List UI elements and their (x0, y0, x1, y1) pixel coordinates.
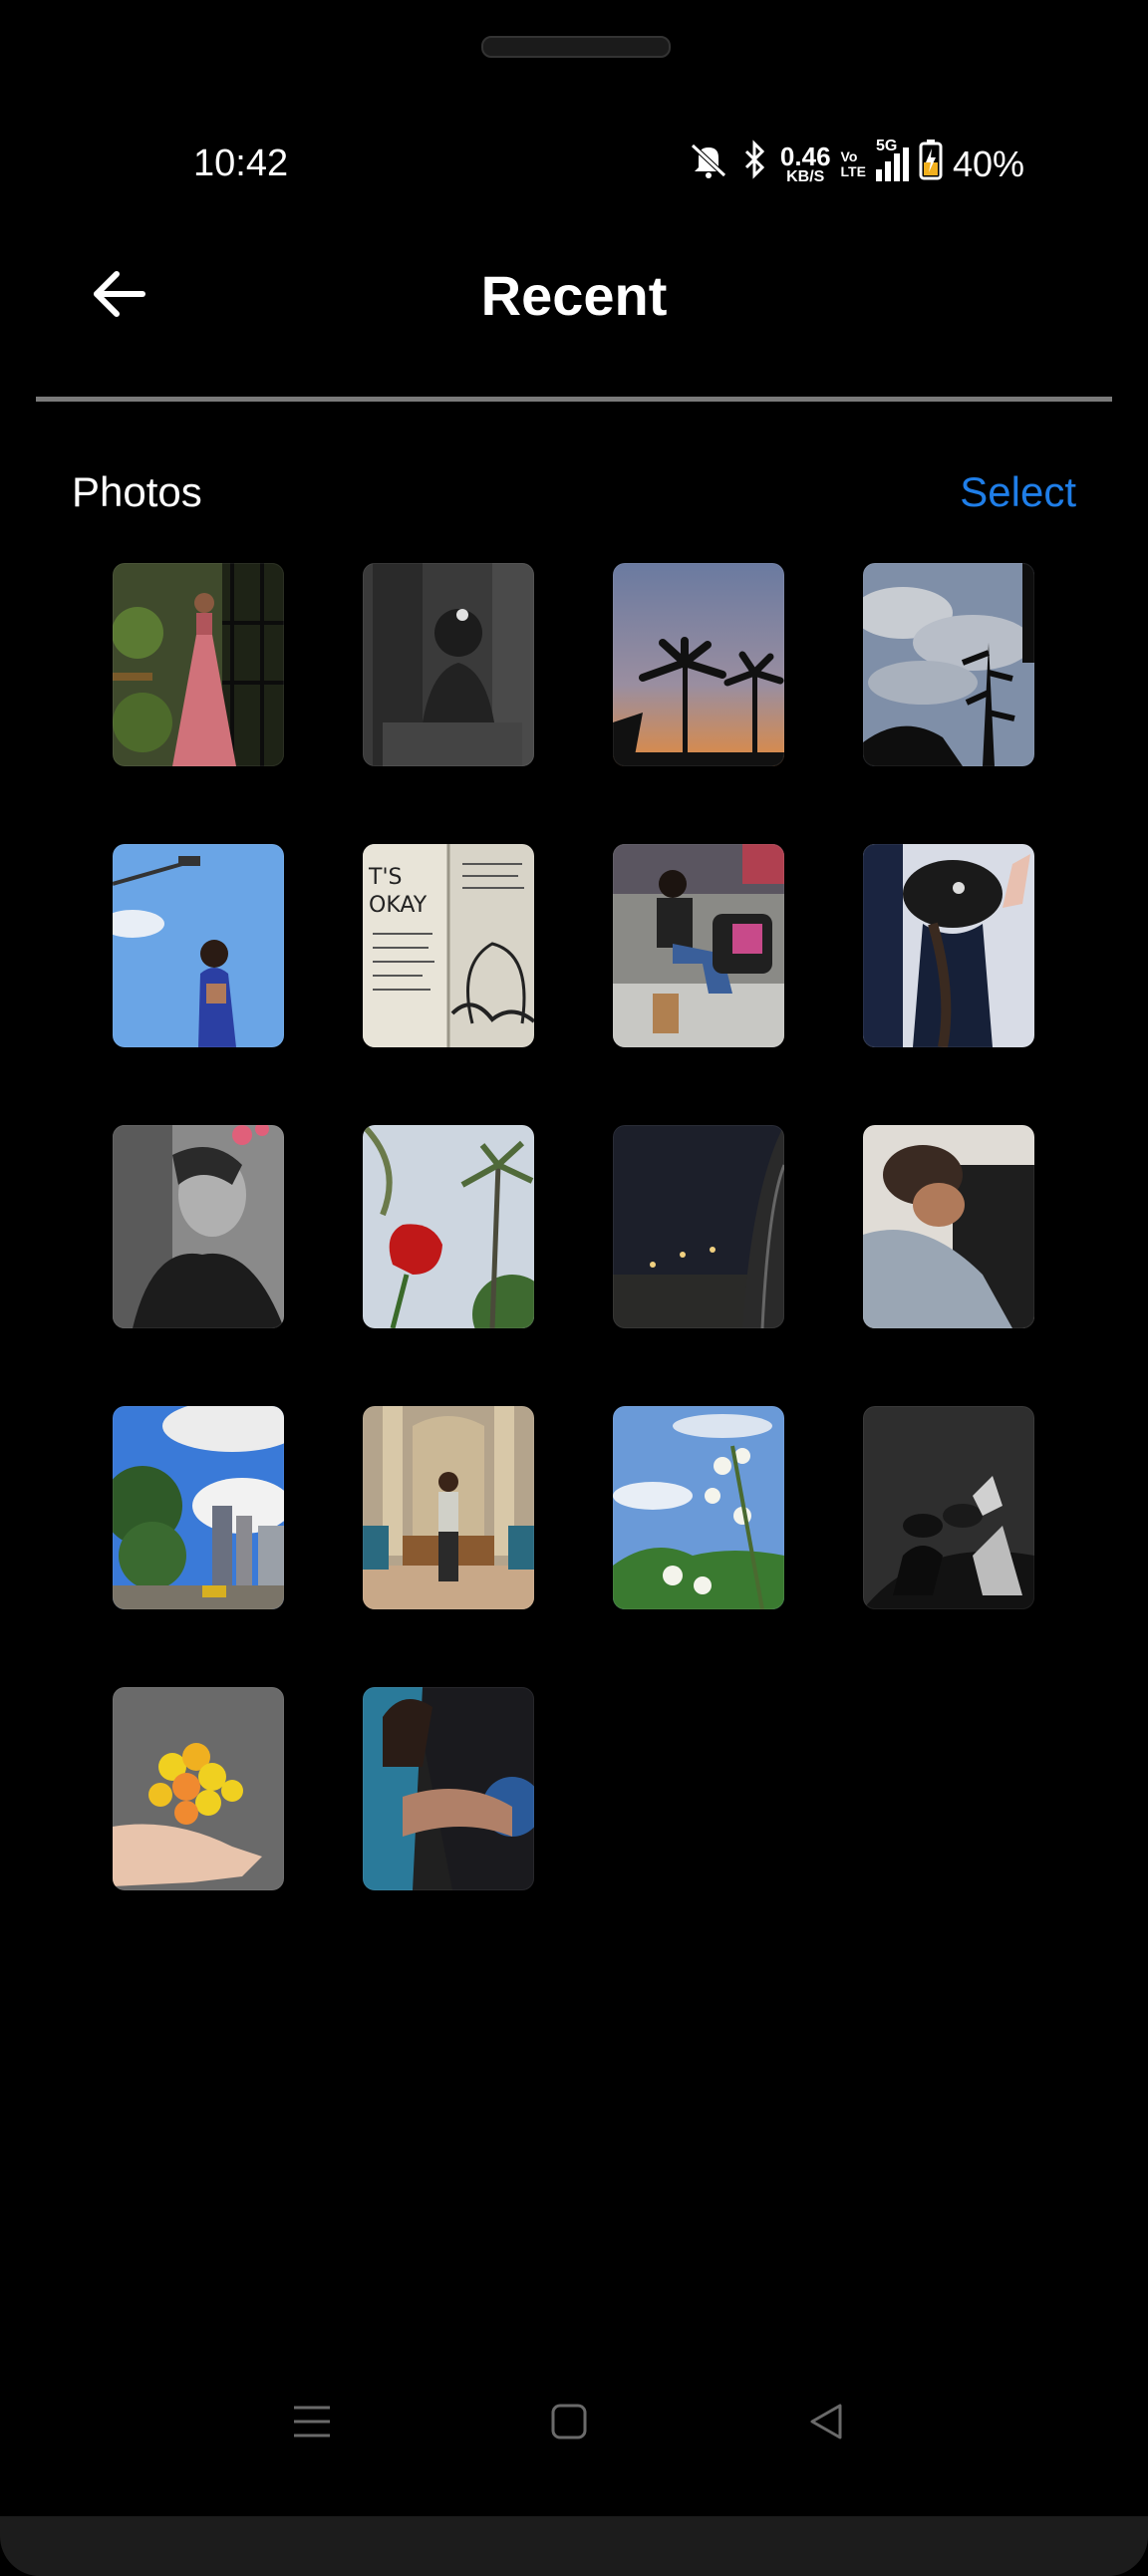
photo-image (863, 1125, 1034, 1328)
battery-percent: 40% (952, 143, 1024, 184)
phone-screen: 10:42 0.46 KB/S Vo LTE 5G 40% Recent Pho… (0, 0, 1148, 2576)
earpiece-speaker (481, 36, 671, 58)
volte-indicator: Vo LTE (841, 149, 866, 178)
photo-image (613, 563, 784, 766)
photo-thumbnail[interactable]: T'S OKAY (363, 844, 534, 1047)
menu-icon[interactable] (282, 2392, 342, 2451)
photo-thumbnail[interactable] (613, 563, 784, 766)
photo-image (113, 844, 284, 1047)
photo-image (113, 563, 284, 766)
system-nav-bar (0, 2387, 1148, 2456)
net-speed: 0.46 KB/S (780, 143, 831, 185)
photo-thumbnail[interactable] (363, 1687, 534, 1890)
photo-thumbnail[interactable] (613, 1406, 784, 1609)
volte-top: Vo (840, 147, 858, 164)
photo-thumbnail[interactable] (113, 1125, 284, 1328)
mute-icon (687, 140, 730, 188)
photo-image (363, 1125, 534, 1328)
photo-image (363, 1687, 534, 1890)
status-icons: 0.46 KB/S Vo LTE 5G 40% (687, 138, 1024, 189)
photo-thumbnail[interactable] (113, 563, 284, 766)
battery-charging-icon (919, 139, 943, 189)
photo-thumbnail[interactable] (863, 1406, 1034, 1609)
photo-thumbnail[interactable] (863, 844, 1034, 1047)
svg-text:OKAY: OKAY (369, 893, 428, 918)
photo-image (113, 1406, 284, 1609)
photo-image (363, 563, 534, 766)
bluetooth-icon (740, 140, 770, 188)
photo-thumbnail[interactable] (113, 1687, 284, 1890)
header-divider (36, 397, 1112, 402)
status-bar: 10:42 0.46 KB/S Vo LTE 5G 40% (0, 135, 1148, 194)
photo-image (613, 1406, 784, 1609)
photo-image (113, 1687, 284, 1890)
header: Recent (0, 249, 1148, 339)
svg-text:T'S: T'S (368, 865, 402, 890)
photo-image (113, 1125, 284, 1328)
back-triangle-icon[interactable] (796, 2392, 856, 2451)
photo-image (863, 844, 1034, 1047)
photo-thumbnail[interactable] (113, 844, 284, 1047)
photo-thumbnail[interactable] (363, 1125, 534, 1328)
photo-image (863, 1406, 1034, 1609)
device-bottom-edge (0, 2516, 1148, 2576)
photo-thumbnail[interactable] (613, 1125, 784, 1328)
photo-image (613, 1125, 784, 1328)
photo-image (613, 844, 784, 1047)
photo-image (863, 563, 1034, 766)
photo-image (363, 1406, 534, 1609)
signal-icon: 5G (875, 138, 909, 181)
photo-thumbnail[interactable] (863, 563, 1034, 766)
page-title: Recent (480, 264, 668, 327)
photo-thumbnail[interactable] (613, 844, 784, 1047)
photo-grid: T'S OKAY (113, 563, 1035, 1890)
photo-thumbnail[interactable] (113, 1406, 284, 1609)
status-time: 10:42 (193, 143, 289, 184)
photo-thumbnail[interactable] (363, 563, 534, 766)
section-label-photos: Photos (72, 468, 202, 515)
net-speed-unit: KB/S (786, 167, 825, 185)
net-speed-value: 0.46 (779, 141, 831, 171)
home-square-icon[interactable] (539, 2392, 599, 2451)
volte-bottom: LTE (840, 162, 866, 179)
photo-thumbnail[interactable] (863, 1125, 1034, 1328)
photo-thumbnail[interactable] (363, 1406, 534, 1609)
photo-image: T'S OKAY (363, 844, 534, 1047)
network-type: 5G (875, 137, 898, 154)
select-button[interactable]: Select (960, 468, 1076, 516)
